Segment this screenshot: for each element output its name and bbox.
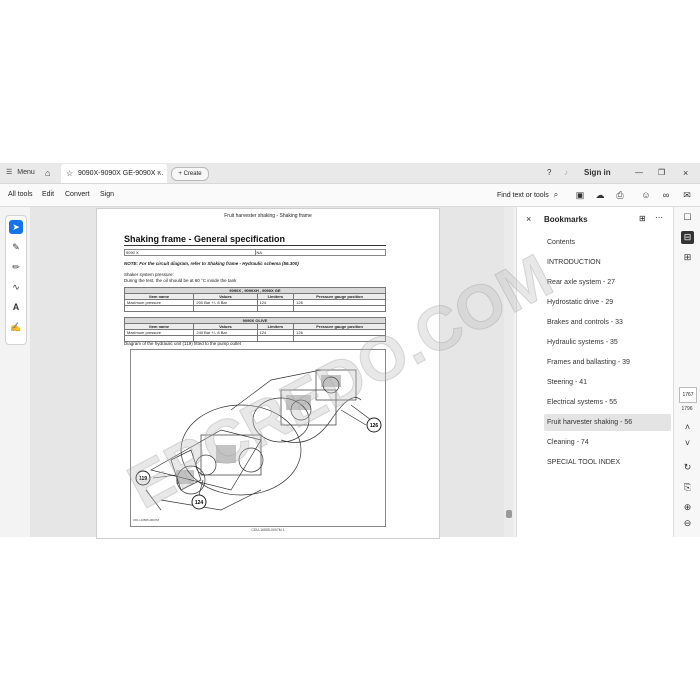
close-panel-icon[interactable]: × xyxy=(526,214,531,224)
print-icon[interactable]: ⎙ xyxy=(614,189,626,201)
model-table: 9090 X NA xyxy=(124,249,386,256)
hydraulic-unit-diagram: 119 124 126 CDU-16505-0007M xyxy=(130,349,386,527)
scrollbar-thumb[interactable] xyxy=(506,510,512,518)
bookmark-item[interactable]: Cleaning - 74 xyxy=(544,434,671,451)
find-label: Find text or tools xyxy=(497,192,549,199)
chevron-down-icon[interactable]: ˅ xyxy=(681,437,694,450)
bookmark-item[interactable]: Steering - 41 xyxy=(544,374,671,391)
pressure-text: During the test, the oil should be at 60… xyxy=(124,278,237,283)
home-icon[interactable]: ⌂ xyxy=(45,163,50,183)
spec-table-1: 9090X , 9090XH , 9090X GE Item name Valu… xyxy=(123,287,386,312)
spec-table-2: 9090X OLIVE Item name Values Limiters Pr… xyxy=(123,317,386,342)
save-icon[interactable]: ▣ xyxy=(574,189,586,201)
menu-edit[interactable]: Edit xyxy=(42,184,54,206)
menu-all-tools[interactable]: All tools xyxy=(8,184,33,206)
bookmark-item[interactable]: Fruit harvester shaking - 56 xyxy=(544,414,671,431)
page-header: Fruit harvester shaking - Shaking frame xyxy=(224,213,312,219)
share-user-icon[interactable]: ☺ xyxy=(640,189,652,201)
callout-119-label: 119 xyxy=(139,476,147,482)
text-box-icon[interactable]: A xyxy=(9,300,23,314)
bookmark-add-icon[interactable]: ⊞ xyxy=(639,214,646,223)
find-tools-button[interactable]: Find text or tools ⌕ xyxy=(497,184,558,206)
figure-id: CDU-16505-0007M xyxy=(133,518,160,522)
create-button[interactable]: + Create xyxy=(171,167,209,181)
title-rule xyxy=(124,245,386,246)
document-tab-title: 9090X-9090X GE-9090X ... xyxy=(78,170,164,177)
help-icon[interactable]: ? xyxy=(547,163,551,183)
comment-panel-icon[interactable]: ☐ xyxy=(681,211,694,224)
restore-icon[interactable]: ❐ xyxy=(658,163,665,183)
bookmark-item[interactable]: SPECIAL TOOL INDEX xyxy=(544,454,671,471)
create-label: Create xyxy=(183,171,202,177)
pressure-label: Shaker system pressure: xyxy=(124,272,174,277)
link-icon[interactable]: ∞ xyxy=(660,189,672,201)
bookmark-item[interactable]: Rear axle system - 27 xyxy=(544,274,671,291)
callout-126-label: 126 xyxy=(370,423,379,429)
hamburger-icon: ☰ xyxy=(6,169,13,176)
right-rail: ☐ ⊟ ⊞ 1767 1796 ˄ ˅ ↻ ⎘ ⊕ ⊖ xyxy=(673,207,700,537)
highlight-pen-icon[interactable]: ✏ xyxy=(9,260,23,274)
callout-124: 124 xyxy=(191,494,207,510)
diagram-caption: Diagram of the hydraulic unit (119) fitt… xyxy=(124,341,241,346)
bookmark-item[interactable]: Hydraulic systems - 35 xyxy=(544,334,671,351)
bookmark-item[interactable]: INTRODUCTION xyxy=(544,254,671,271)
total-pages: 1796 xyxy=(681,406,693,412)
quick-tools-toolbar: ➤ ✎ ✏ ∿ A ✍ xyxy=(5,215,27,345)
pdf-page: Fruit harvester shaking - Shaking frame … xyxy=(96,208,440,539)
model-value-cell: NA xyxy=(254,249,386,256)
bookmark-item[interactable]: Frames and ballasting - 39 xyxy=(544,354,671,371)
search-icon: ⌕ xyxy=(553,190,559,199)
page-fit-icon[interactable]: ⎘ xyxy=(681,481,694,494)
callout-126: 126 xyxy=(366,417,382,433)
bookmark-panel-icon[interactable]: ⊟ xyxy=(681,231,694,244)
bookmarks-panel: × Bookmarks ⊞ ⋯ Contents INTRODUCTION Rear… xyxy=(516,207,673,537)
rotate-icon[interactable]: ↻ xyxy=(681,461,694,474)
bookmark-item[interactable]: Electrical systems - 55 xyxy=(544,394,671,411)
zoom-in-icon[interactable]: ⊕ xyxy=(681,501,694,514)
current-page-field[interactable]: 1767 xyxy=(679,387,697,403)
select-cursor-icon[interactable]: ➤ xyxy=(9,220,23,234)
menu-button[interactable]: ☰ Menu xyxy=(6,163,35,183)
close-tab-icon[interactable]: × xyxy=(157,164,161,183)
document-viewport[interactable]: Fruit harvester shaking - Shaking frame … xyxy=(30,207,514,539)
upload-cloud-icon[interactable]: ☁ xyxy=(594,189,606,201)
callout-119: 119 xyxy=(135,470,151,486)
chevron-up-icon[interactable]: ˄ xyxy=(681,421,694,434)
more-options-icon[interactable]: ⋯ xyxy=(655,213,663,222)
tab-document[interactable]: ☆ 9090X-9090X GE-9090X ... × xyxy=(61,164,167,183)
document-scrollbar[interactable] xyxy=(504,207,514,537)
callout-124-label: 124 xyxy=(195,500,204,506)
page-footer: CDU-16505-0007M 1 xyxy=(251,528,285,532)
model-cell: 9090 X xyxy=(124,249,256,256)
pdf-viewer-app: ☰ Menu ⌂ ☆ 9090X-9090X GE-9090X ... × + … xyxy=(0,163,700,539)
menu-bar: All tools Edit Convert Sign Find text or… xyxy=(0,184,700,207)
add-comment-icon[interactable]: ✎ xyxy=(9,240,23,254)
menu-label: Menu xyxy=(17,169,35,176)
page-title: Shaking frame - General specification xyxy=(124,234,286,244)
zoom-out-icon[interactable]: ⊖ xyxy=(681,517,694,530)
menu-sign[interactable]: Sign xyxy=(100,184,114,206)
bell-icon[interactable]: ♪ xyxy=(564,163,568,183)
mail-icon[interactable]: ✉ xyxy=(681,189,693,201)
thumbnails-grid-icon[interactable]: ⊞ xyxy=(681,251,694,264)
menu-convert[interactable]: Convert xyxy=(65,184,90,206)
star-icon[interactable]: ☆ xyxy=(66,164,73,183)
tab-bar: ☰ Menu ⌂ ☆ 9090X-9090X GE-9090X ... × + … xyxy=(0,163,700,184)
hydraulic-drawing: 119 124 126 xyxy=(135,369,382,511)
bookmark-item[interactable]: Brakes and controls - 33 xyxy=(544,314,671,331)
circuit-note: NOTE: For the circuit diagram, refer to … xyxy=(124,261,299,266)
bookmark-item[interactable]: Hydrostatic drive - 29 xyxy=(544,294,671,311)
bookmarks-title: Bookmarks xyxy=(544,215,588,224)
stamp-sign-icon[interactable]: ✍ xyxy=(9,320,23,334)
minimize-icon[interactable]: — xyxy=(635,163,643,183)
window-close-icon[interactable]: × xyxy=(683,163,688,183)
draw-freehand-icon[interactable]: ∿ xyxy=(9,280,23,294)
bookmark-item[interactable]: Contents xyxy=(544,234,671,251)
sign-in-button[interactable]: Sign in xyxy=(584,163,611,183)
